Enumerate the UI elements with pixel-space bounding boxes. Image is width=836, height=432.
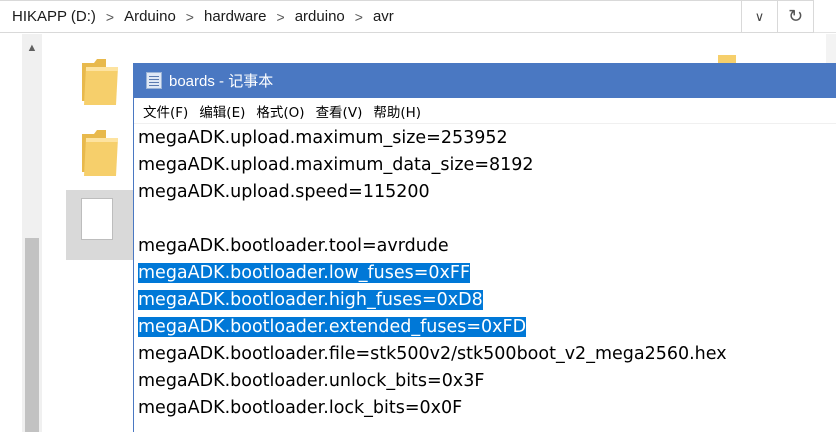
line-text: megaADK.bootloader.file=stk500v2/stk500b… [138,344,727,364]
scrollbar-thumb[interactable] [25,238,39,432]
text-file-icon [81,198,113,240]
address-bar: HIKAPP (D:) > Arduino > hardware > ardui… [0,0,836,33]
selected-text: megaADK.bootloader.low_fuses=0xFF [138,263,471,283]
line-text: megaADK.upload.speed=115200 [138,182,430,202]
menu-format[interactable]: 格式(O) [256,101,304,121]
line-text: megaADK.bootloader.lock_bits=0x0F [138,398,463,418]
text-line[interactable]: megaADK.bootloader.unlock_bits=0x3F [138,368,836,395]
notepad-window[interactable]: boards - 记事本 文件(F) 编辑(E) 格式(O) 查看(V) 帮助(… [133,63,836,432]
refresh-button[interactable]: ↻ [778,0,814,33]
menu-view[interactable]: 查看(V) [316,101,363,121]
breadcrumb-arduino-sub[interactable]: arduino [295,8,345,25]
menu-edit[interactable]: 编辑(E) [199,101,245,121]
text-line[interactable]: megaADK.bootloader.extended_fuses=0xFD [138,314,836,341]
folder-icon[interactable] [718,55,736,63]
chevron-down-icon: ∨ [754,8,765,24]
selected-file-item[interactable] [66,190,138,260]
breadcrumb-avr[interactable]: avr [373,8,394,25]
breadcrumb-separator: > [276,8,285,25]
refresh-icon: ↻ [787,6,804,26]
breadcrumb-arduino[interactable]: Arduino [124,8,176,25]
text-line[interactable]: megaADK.upload.speed=115200 [138,179,836,206]
address-dropdown-button[interactable]: ∨ [742,0,778,33]
navigation-pane [0,34,22,432]
breadcrumb-hardware[interactable]: hardware [204,8,267,25]
folder-icon[interactable] [80,57,120,105]
text-line[interactable]: megaADK.upload.maximum_size=253952 [138,125,836,152]
menu-file[interactable]: 文件(F) [143,101,188,121]
folder-icon[interactable] [80,128,120,176]
notepad-icon [146,72,162,89]
text-line[interactable]: megaADK.bootloader.low_fuses=0xFF [138,260,836,287]
text-line[interactable]: megaADK.bootloader.high_fuses=0xD8 [138,287,836,314]
breadcrumb-drive[interactable]: HIKAPP (D:) [12,8,96,25]
breadcrumb-separator: > [105,8,115,25]
text-line[interactable]: megaADK.upload.maximum_data_size=8192 [138,152,836,179]
menu-help[interactable]: 帮助(H) [373,101,421,121]
selected-text: megaADK.bootloader.high_fuses=0xD8 [138,290,483,310]
breadcrumb-separator: > [354,8,363,25]
window-title: boards - 记事本 [169,73,274,90]
line-text: megaADK.upload.maximum_size=253952 [138,128,508,148]
line-text: megaADK.upload.maximum_data_size=8192 [138,155,534,175]
text-line[interactable] [138,206,836,233]
scroll-up-icon[interactable]: ▲ [22,40,42,56]
text-line[interactable]: megaADK.bootloader.tool=avrdude [138,233,836,260]
line-text: megaADK.bootloader.tool=avrdude [138,236,449,256]
selected-text: megaADK.bootloader.extended_fuses=0xFD [138,317,527,337]
scrollbar[interactable]: ▲ [22,34,43,432]
text-line[interactable]: megaADK.bootloader.file=stk500v2/stk500b… [138,341,836,368]
notepad-title-bar[interactable]: boards - 记事本 [134,63,836,98]
menu-bar: 文件(F) 编辑(E) 格式(O) 查看(V) 帮助(H) [134,98,836,124]
text-line[interactable]: megaADK.bootloader.lock_bits=0x0F [138,395,836,422]
line-text: megaADK.bootloader.unlock_bits=0x3F [138,371,485,391]
breadcrumb-separator: > [185,8,194,25]
text-editor[interactable]: megaADK.upload.maximum_size=253952 megaAD… [138,125,836,432]
breadcrumb[interactable]: HIKAPP (D:) > Arduino > hardware > ardui… [0,0,742,33]
